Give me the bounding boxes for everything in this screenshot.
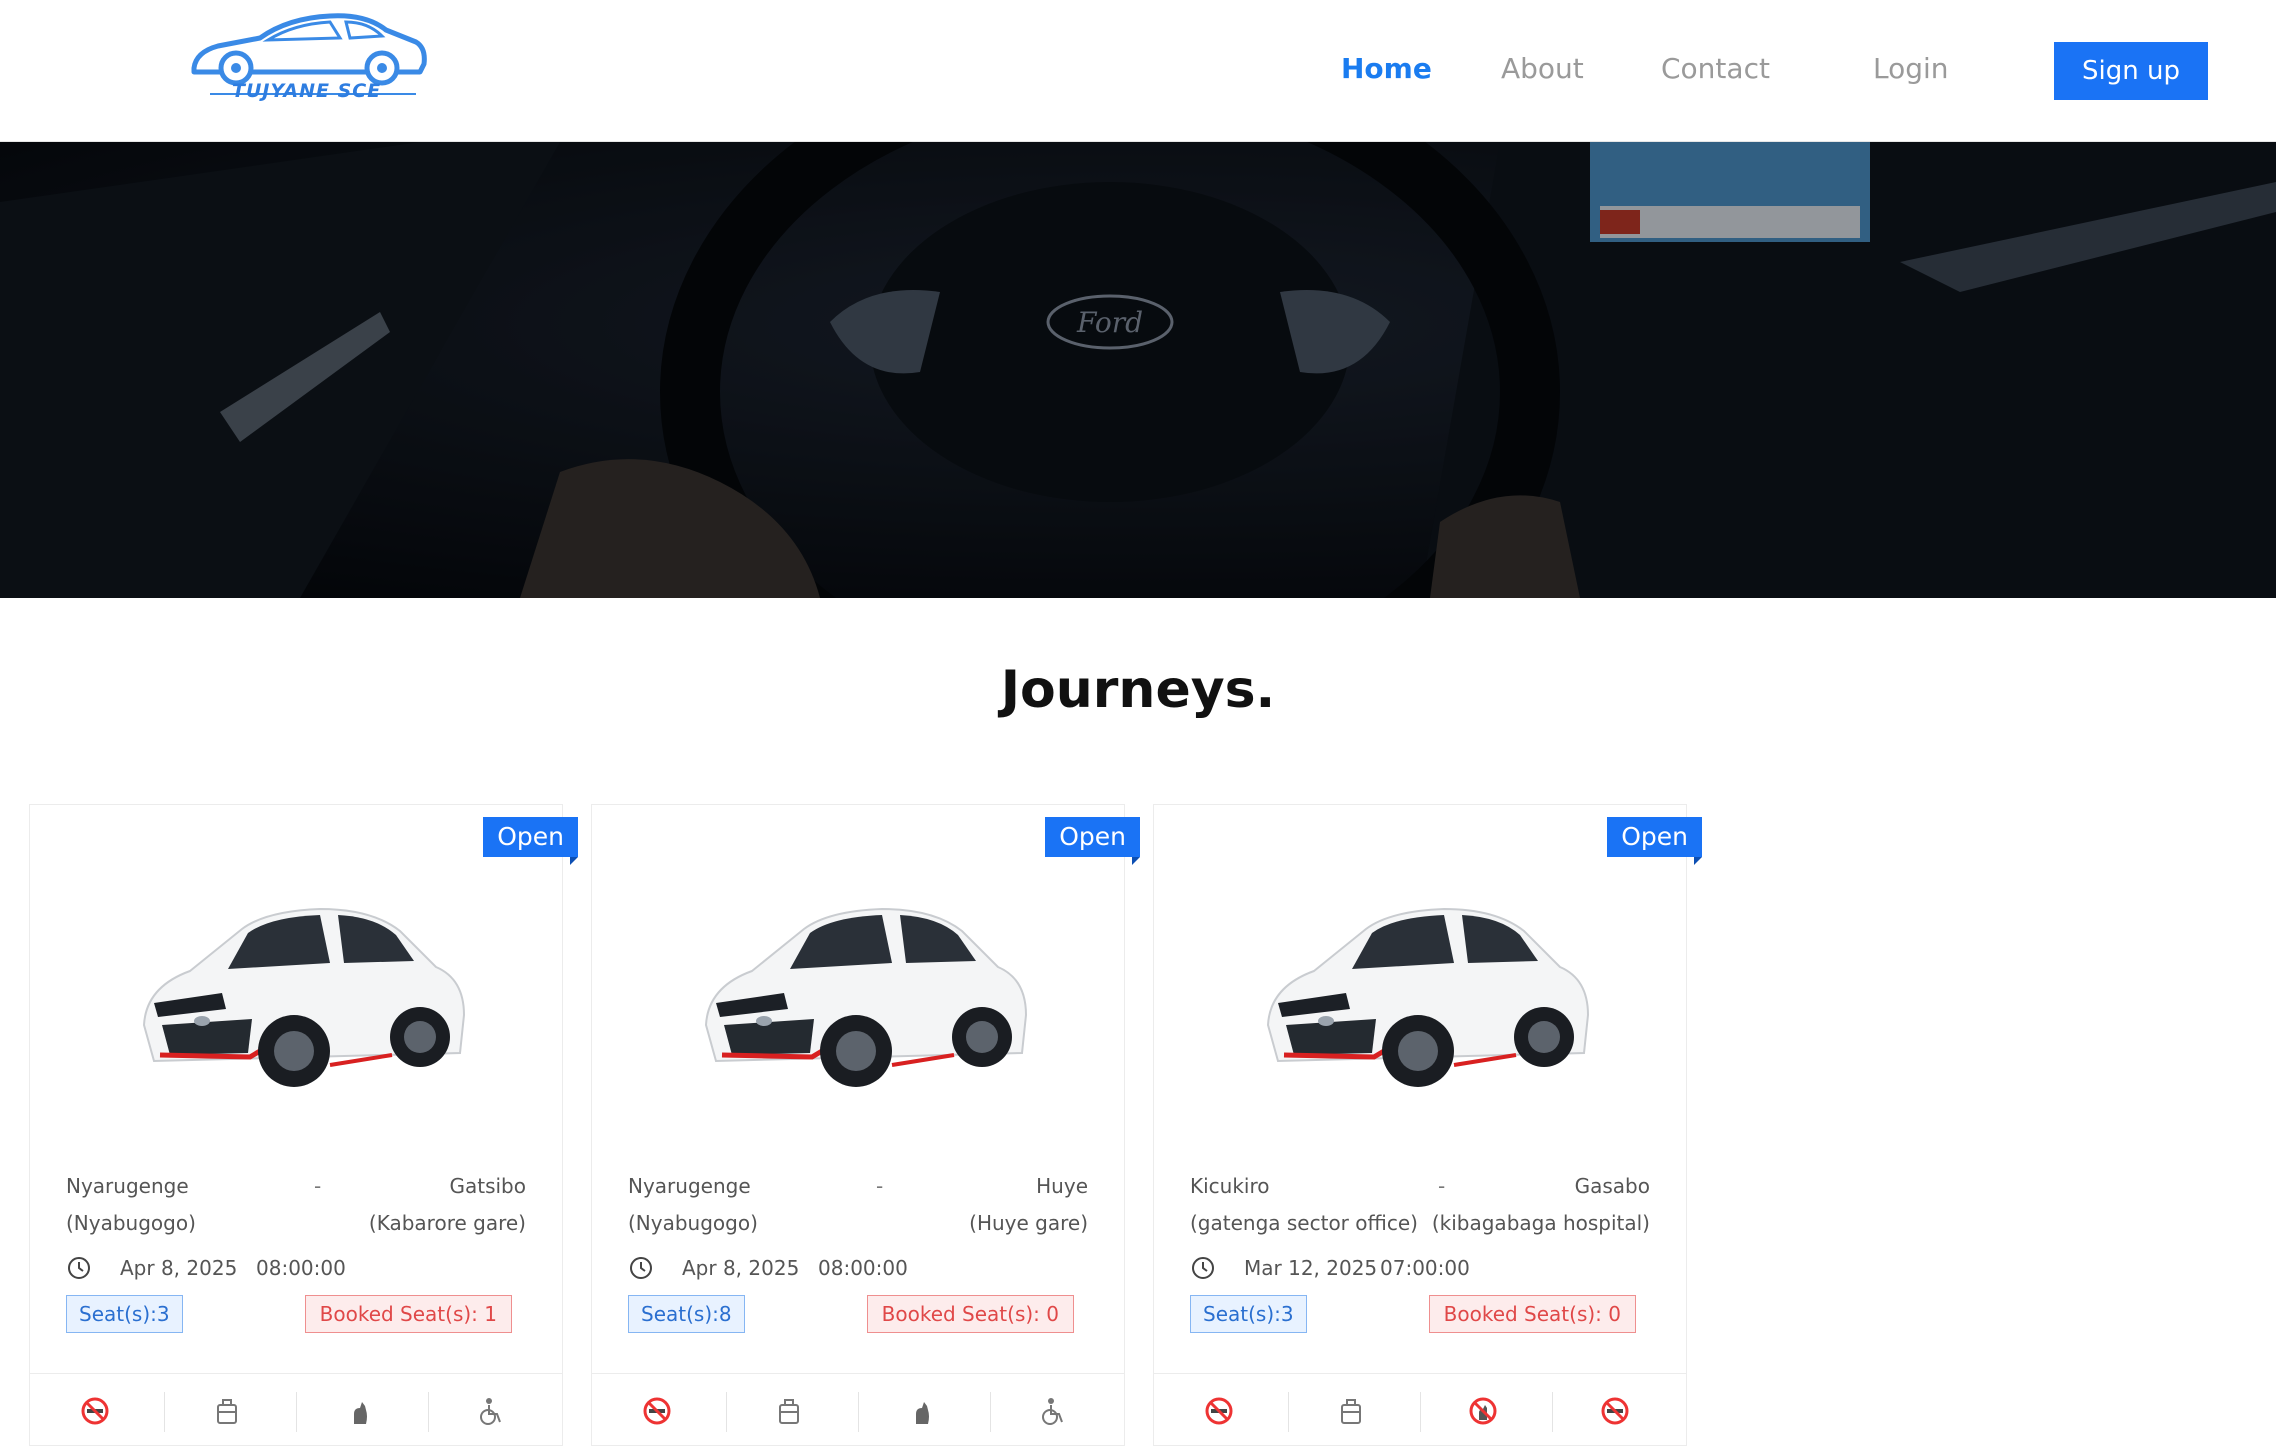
journey-time: 08:00:00 [818,1256,908,1280]
origin-detail: (gatenga sector office) [1190,1211,1418,1235]
clock-icon [630,1257,652,1279]
destination-name: Huye [1036,1174,1088,1198]
nav-login[interactable]: Login [1873,52,1949,85]
site-header: TUJYANE SCE Home About Contact Login Sig… [0,0,2276,142]
route-separator: - [876,1174,884,1198]
status-badge: Open [1045,817,1140,865]
clock-icon [1192,1257,1214,1279]
feature-divider [990,1392,991,1432]
seats-badge: Seat(s):3 [66,1295,183,1333]
feature-divider [726,1392,727,1432]
nav-about[interactable]: About [1501,52,1584,85]
destination-detail: (Huye gare) [969,1211,1088,1235]
journey-time: 08:00:00 [256,1256,346,1280]
destination-name: Gatsibo [449,1174,526,1198]
destination-detail: (kibagabaga hospital) [1431,1211,1650,1235]
origin-name: Nyarugenge [628,1174,751,1198]
journey-date: Apr 8, 2025 [682,1256,800,1280]
route-separator: - [1438,1174,1446,1198]
journey-time: 07:00:00 [1380,1256,1470,1280]
booked-seats-badge: Booked Seat(s): 0 [1428,1295,1636,1333]
booked-seats-badge: Booked Seat(s): 1 [304,1295,512,1333]
journey-card[interactable]: Open Nyarugenge - Gatsibo (Nyabugogo) (K… [29,804,578,1446]
feature-divider [1420,1392,1421,1432]
feature-divider [1552,1392,1553,1432]
feature-row [1154,1373,1686,1446]
origin-name: Nyarugenge [66,1174,189,1198]
car-image [692,875,1032,1105]
feature-divider [296,1392,297,1432]
seats-badge: Seat(s):8 [628,1295,745,1333]
journey-card[interactable]: Open Nyarugenge - Huye (Nyabugogo) (Huye… [591,804,1140,1446]
journey-card[interactable]: Open Kicukiro - Gasabo (gatenga sector o… [1153,804,1702,1446]
feature-row [592,1373,1124,1446]
hero-car-interior-image: Ford [0,142,2276,598]
feature-divider [164,1392,165,1432]
feature-divider [1288,1392,1289,1432]
hero-banner: Ford [0,142,2276,598]
route-separator: - [314,1174,322,1198]
nav-home[interactable]: Home [1341,52,1432,85]
car-image [1254,875,1594,1105]
page-title: Journeys. [1000,660,1276,720]
status-badge: Open [1607,817,1702,865]
journey-date: Mar 12, 2025 [1244,1256,1378,1280]
destination-detail: (Kabarore gare) [368,1211,526,1235]
nav-contact[interactable]: Contact [1661,52,1770,85]
clock-icon [68,1257,90,1279]
feature-divider [858,1392,859,1432]
status-badge: Open [483,817,578,865]
booked-seats-badge: Booked Seat(s): 0 [866,1295,1074,1333]
feature-divider [428,1392,429,1432]
brand-name: TUJYANE SCE [232,80,382,102]
car-image [130,875,470,1105]
signup-button[interactable]: Sign up [2054,42,2208,100]
destination-name: Gasabo [1574,1174,1650,1198]
origin-detail: (Nyabugogo) [66,1211,196,1235]
feature-row [30,1373,562,1446]
origin-name: Kicukiro [1190,1174,1270,1198]
seats-badge: Seat(s):3 [1190,1295,1307,1333]
origin-detail: (Nyabugogo) [628,1211,758,1235]
journey-date: Apr 8, 2025 [120,1256,238,1280]
